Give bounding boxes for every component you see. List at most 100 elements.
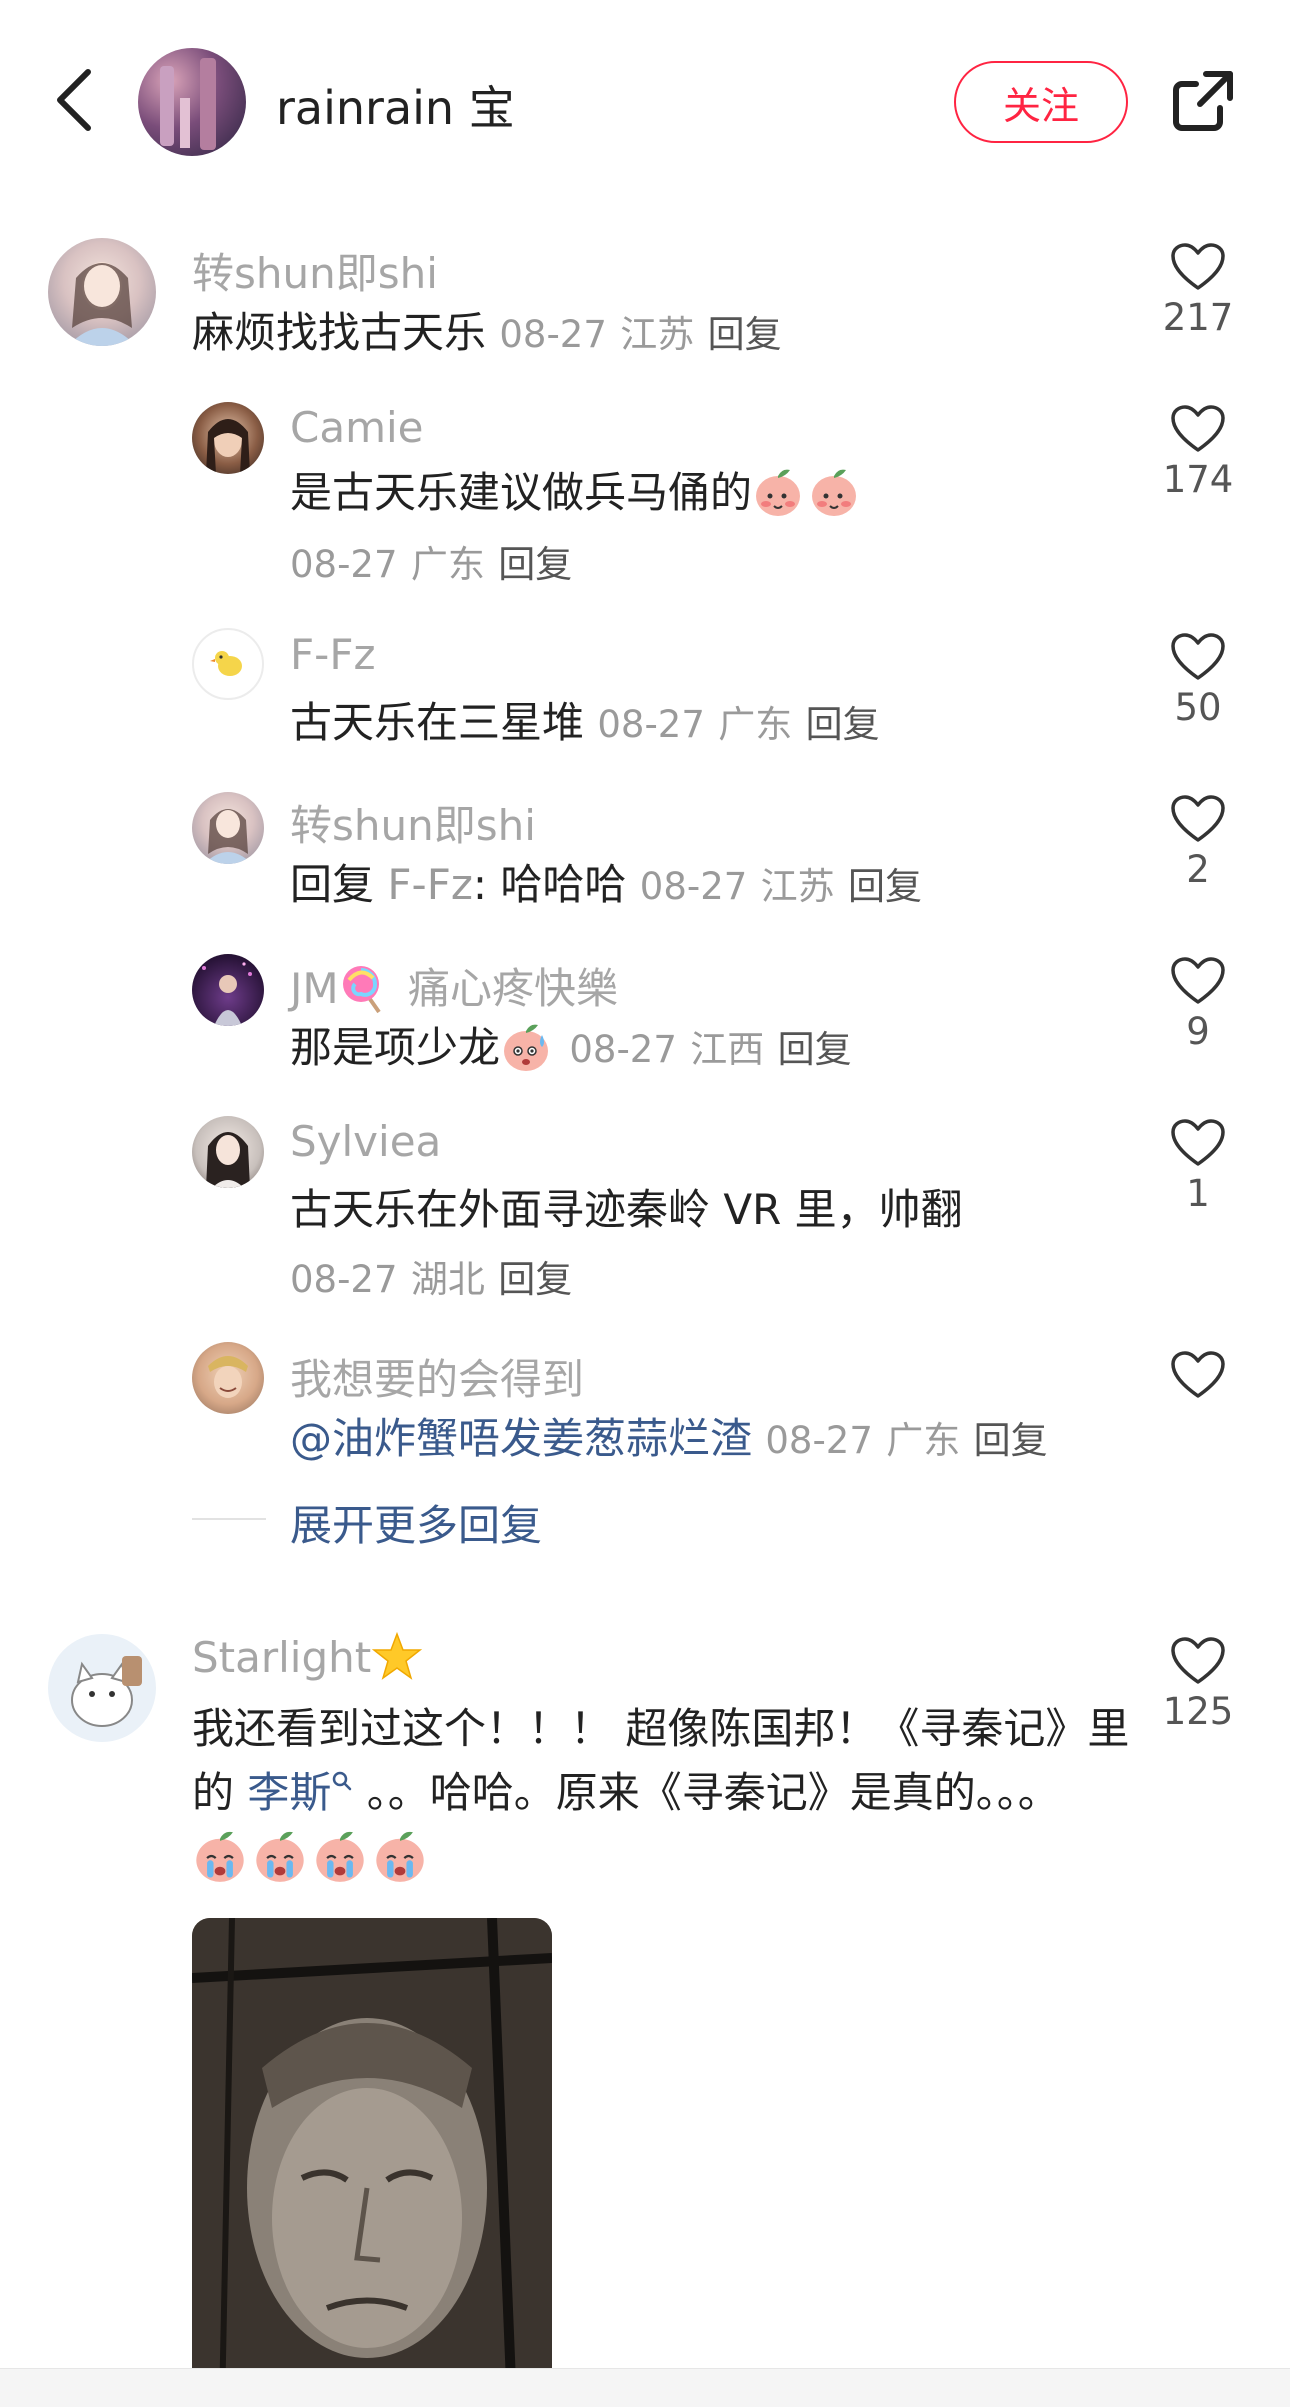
peach-blush-emoji-icon xyxy=(752,466,804,518)
peach-blush-emoji-icon xyxy=(808,466,860,518)
author-name[interactable]: rainrain 宝 xyxy=(276,72,515,138)
reply-text-line: 古天乐在三星堆 08-27 广东 回复 xyxy=(290,690,880,758)
reply-username[interactable]: F-Fz xyxy=(290,630,376,679)
lollipop-icon xyxy=(339,962,391,1014)
comment-date: 08-27 xyxy=(499,313,607,356)
like-count: 1 xyxy=(1186,1172,1210,1215)
reply-date: 08-27 xyxy=(290,1258,398,1301)
reply-button[interactable]: 回复 xyxy=(806,703,880,746)
star-icon xyxy=(371,1631,423,1683)
heart-icon xyxy=(1171,1119,1225,1166)
comment-text-line1: 我还看到过这个！！！ 超像陈国邦！《寻秦记》里 xyxy=(192,1704,1130,1753)
avatar[interactable] xyxy=(192,954,264,1026)
reply-date: 08-27 xyxy=(639,865,748,908)
comment-text: 。。哈哈。原来《寻秦记》是真的。。。 xyxy=(353,1768,1060,1817)
like-count: 125 xyxy=(1162,1690,1234,1733)
like-count: 217 xyxy=(1162,296,1234,339)
comment-username-text: Starlight xyxy=(192,1633,372,1682)
expand-replies-button[interactable]: 展开更多回复 xyxy=(290,1492,542,1553)
reply-date: 08-27 xyxy=(569,1028,677,1071)
avatar[interactable] xyxy=(48,1634,156,1742)
search-keyword-link[interactable]: 李斯 xyxy=(247,1768,331,1817)
reply-text: 那是项少龙 xyxy=(290,1023,501,1072)
like-button[interactable]: 9 xyxy=(1148,956,1248,1053)
heart-icon xyxy=(1171,1637,1225,1684)
header: rainrain 宝 关注 xyxy=(0,0,1290,205)
reply-button[interactable]: 回复 xyxy=(708,313,782,356)
reply-button[interactable]: 回复 xyxy=(498,543,572,586)
reply-location: 广东 xyxy=(886,1419,961,1462)
like-button[interactable]: 217 xyxy=(1148,242,1248,339)
heart-icon xyxy=(1171,957,1225,1004)
comment-text: 麻烦找找古天乐 xyxy=(192,308,487,357)
like-button[interactable]: 2 xyxy=(1148,794,1248,891)
reply-date: 08-27 xyxy=(597,703,705,746)
like-count: 2 xyxy=(1186,848,1210,891)
reply-text-line: 是古天乐建议做兵马俑的 xyxy=(290,460,864,526)
follow-button[interactable]: 关注 xyxy=(954,61,1128,143)
back-arrow-icon[interactable] xyxy=(50,60,100,140)
comment-location: 江苏 xyxy=(620,313,695,356)
reply-location: 江西 xyxy=(690,1028,765,1071)
search-icon xyxy=(331,1768,353,1817)
reply-text: : 哈哈哈 xyxy=(472,860,627,909)
peach-crying-emoji-icon xyxy=(252,1828,308,1884)
reply-username[interactable]: 转shun即shi xyxy=(290,792,536,853)
reply-username[interactable]: Camie xyxy=(290,403,424,452)
reply-location: 广东 xyxy=(410,543,485,586)
author-avatar[interactable] xyxy=(138,48,246,156)
avatar[interactable] xyxy=(192,628,264,700)
reply-text: 古天乐在三星堆 xyxy=(290,698,585,747)
bottom-input-bar[interactable] xyxy=(0,2368,1290,2407)
like-button[interactable] xyxy=(1148,1350,1248,1400)
comment-body: 麻烦找找古天乐 08-27 江苏 回复 xyxy=(192,300,782,368)
reply-text: 是古天乐建议做兵马俑的 xyxy=(290,468,753,517)
heart-icon xyxy=(1171,243,1225,290)
heart-icon xyxy=(1171,633,1225,680)
avatar[interactable] xyxy=(192,1116,264,1188)
like-count: 174 xyxy=(1162,458,1234,501)
share-icon[interactable] xyxy=(1170,68,1236,134)
reply-location: 湖北 xyxy=(410,1258,485,1301)
peach-sweat-emoji-icon xyxy=(500,1021,552,1073)
heart-icon xyxy=(1171,795,1225,842)
heart-icon xyxy=(1171,1351,1225,1398)
reply-button[interactable]: 回复 xyxy=(778,1028,852,1071)
reply-username[interactable]: 我想要的会得到 xyxy=(290,1346,584,1407)
reply-username[interactable]: JM 痛心疼快樂 xyxy=(290,955,618,1018)
divider xyxy=(192,1518,266,1520)
reply-button[interactable]: 回复 xyxy=(498,1258,572,1301)
heart-icon xyxy=(1171,405,1225,452)
avatar[interactable] xyxy=(192,402,264,474)
avatar[interactable] xyxy=(192,792,264,864)
reply-username-part: 痛心疼快樂 xyxy=(407,964,618,1013)
like-button[interactable]: 174 xyxy=(1148,404,1248,501)
comment-username[interactable]: Starlight xyxy=(192,1631,427,1687)
comment-text-line2: 的 李斯 。。哈哈。原来《寻秦记》是真的。。。 xyxy=(192,1760,1060,1826)
reply-username-part: JM xyxy=(290,964,339,1013)
reply-username[interactable]: Sylviea xyxy=(290,1117,441,1166)
reply-text-line: 回复 F-Fz: 哈哈哈 08-27 江苏 回复 xyxy=(290,852,922,920)
reply-meta: 08-27 湖北 回复 xyxy=(290,1245,572,1313)
mention-link[interactable]: @油炸蟹唔发姜葱蒜烂渣 xyxy=(290,1414,752,1463)
reply-text-line: @油炸蟹唔发姜葱蒜烂渣 08-27 广东 回复 xyxy=(290,1406,1048,1474)
peach-crying-emoji-icon xyxy=(192,1828,248,1884)
comment-username[interactable]: 转shun即shi xyxy=(192,240,438,301)
avatar[interactable] xyxy=(48,238,156,346)
like-button[interactable]: 50 xyxy=(1148,632,1248,729)
avatar[interactable] xyxy=(192,1342,264,1414)
reply-button[interactable]: 回复 xyxy=(974,1419,1048,1462)
reply-location: 广东 xyxy=(718,703,793,746)
like-button[interactable]: 1 xyxy=(1148,1118,1248,1215)
reply-target[interactable]: F-Fz xyxy=(387,860,473,909)
like-button[interactable]: 125 xyxy=(1148,1636,1248,1733)
comment-photo[interactable] xyxy=(192,1918,552,2407)
reply-date: 08-27 xyxy=(290,543,398,586)
like-count: 50 xyxy=(1174,686,1222,729)
reply-location: 江苏 xyxy=(760,865,835,908)
reply-text: 古天乐在外面寻迹秦岭 VR 里，帅翻 xyxy=(290,1185,963,1234)
peach-crying-emoji-icon xyxy=(312,1828,368,1884)
comment-text: 的 xyxy=(192,1768,248,1817)
reply-text-line: 那是项少龙 08-27 江西 回复 xyxy=(290,1015,852,1083)
reply-button[interactable]: 回复 xyxy=(848,865,922,908)
